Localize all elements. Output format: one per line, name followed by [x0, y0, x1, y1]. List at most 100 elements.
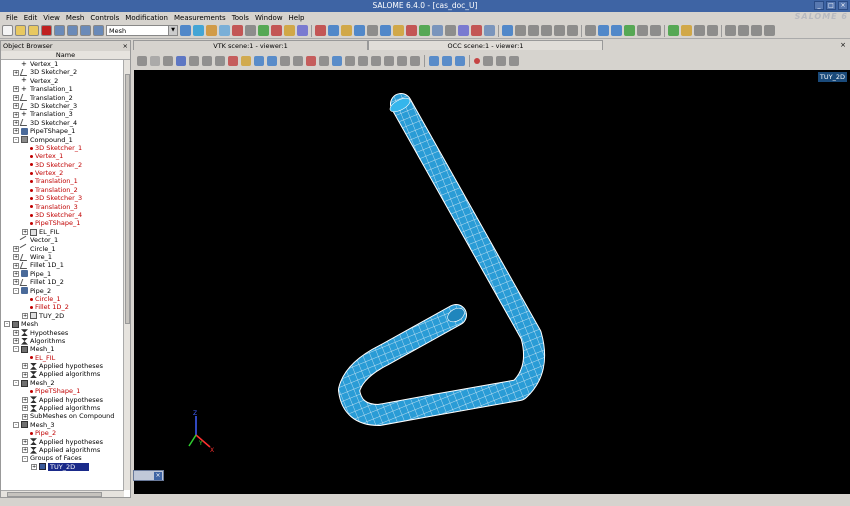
collapse-icon[interactable]: - — [13, 380, 19, 387]
tree-item[interactable]: - Mesh_3 — [1, 421, 130, 429]
expand-icon[interactable]: + — [13, 254, 19, 261]
viewer-tool-icon[interactable] — [384, 55, 394, 66]
tree-item[interactable]: + Fillet 1D_2 — [1, 278, 130, 286]
viewer-tool-icon[interactable] — [280, 55, 290, 66]
viewer-tool-icon[interactable] — [241, 55, 251, 66]
tree-item[interactable]: + SubMeshes on Compound — [1, 412, 130, 420]
expand-icon[interactable]: + — [22, 396, 28, 403]
toolbar-tool-icon[interactable] — [406, 25, 417, 36]
tree-item[interactable]: Pipe_2 — [1, 429, 130, 437]
expand-icon[interactable]: + — [22, 447, 28, 454]
expand-icon[interactable]: + — [13, 270, 19, 277]
toolbar-tool-icon[interactable] — [67, 25, 78, 36]
tree-item[interactable]: +3D Sketcher_4 — [1, 119, 130, 127]
toolbar-tool-icon[interactable] — [219, 25, 230, 36]
menu-view[interactable]: View — [40, 14, 63, 22]
toolbar-tool-icon[interactable] — [193, 25, 204, 36]
toolbar-tool-icon[interactable] — [328, 25, 339, 36]
toolbar-tool-icon[interactable] — [367, 25, 378, 36]
menu-measurements[interactable]: Measurements — [171, 14, 229, 22]
tree-item[interactable]: PipeTShape_1 — [1, 387, 130, 395]
expand-icon[interactable]: + — [22, 438, 28, 445]
tree-item[interactable]: + Wire_1 — [1, 253, 130, 261]
expand-icon[interactable]: + — [22, 413, 28, 420]
collapse-icon[interactable]: - — [22, 455, 28, 462]
expand-icon[interactable]: + — [13, 94, 19, 101]
vtk-viewport[interactable]: TUY_2D Z X Y — [134, 70, 850, 494]
viewer-tool-icon[interactable] — [345, 55, 355, 66]
expand-icon[interactable]: + — [13, 262, 19, 269]
toolbar-tool-icon[interactable] — [637, 25, 648, 36]
toolbar-tool-icon[interactable] — [93, 25, 104, 36]
toolbar-tool-icon[interactable] — [668, 25, 679, 36]
menu-tools[interactable]: Tools — [229, 14, 252, 22]
viewer-tool-icon[interactable] — [202, 55, 212, 66]
toolbar-tool-icon[interactable] — [80, 25, 91, 36]
tree-item[interactable]: - Pipe_2 — [1, 287, 130, 295]
maximize-button[interactable]: □ — [826, 1, 836, 10]
expand-icon[interactable]: + — [13, 245, 19, 252]
tree-item[interactable]: + Applied algorithms — [1, 370, 130, 378]
tree-item[interactable]: + Applied hypotheses — [1, 362, 130, 370]
minimized-window[interactable]: × — [133, 470, 164, 481]
tree-item[interactable]: + Applied hypotheses — [1, 396, 130, 404]
toolbar-tool-icon[interactable] — [707, 25, 718, 36]
toolbar-tool-icon[interactable] — [650, 25, 661, 36]
tree-item[interactable]: Translation_3 — [1, 203, 130, 211]
tree-item[interactable]: Vector_1 — [1, 235, 130, 246]
tree-item[interactable]: PipeTShape_1 — [1, 219, 130, 227]
collapse-icon[interactable]: - — [4, 321, 10, 328]
expand-icon[interactable]: + — [13, 103, 19, 110]
viewer-tool-icon[interactable] — [176, 55, 186, 66]
toolbar-tool-icon[interactable] — [624, 25, 635, 36]
scrollbar-thumb[interactable] — [7, 492, 102, 497]
toolbar-tool-icon[interactable] — [598, 25, 609, 36]
toolbar-tool-icon[interactable] — [28, 25, 39, 36]
close-button[interactable]: × — [838, 1, 848, 10]
minimize-button[interactable]: _ — [814, 1, 824, 10]
viewer-tool-icon[interactable] — [163, 55, 173, 66]
expand-icon[interactable]: + — [13, 128, 19, 135]
toolbar-tool-icon[interactable] — [258, 25, 269, 36]
tree-item[interactable]: + Vertex_1 — [1, 60, 130, 68]
viewer-tool-icon[interactable] — [267, 55, 277, 66]
tree-item[interactable]: - Groups of Faces — [1, 454, 130, 462]
tree-item[interactable]: + Fillet 1D_1 — [1, 261, 130, 269]
toolbar-tool-icon[interactable] — [54, 25, 65, 36]
tree-item[interactable]: + Applied algorithms — [1, 404, 130, 412]
expand-icon[interactable]: + — [22, 229, 28, 235]
tree-item[interactable]: + Translation_2 — [1, 94, 130, 102]
close-icon[interactable]: × — [154, 472, 162, 480]
tree-item[interactable]: Translation_2 — [1, 186, 130, 194]
tree-item[interactable]: + + Translation_1 — [1, 85, 130, 93]
toolbar-tool-icon[interactable] — [419, 25, 430, 36]
toolbar-tool-icon[interactable] — [554, 25, 565, 36]
tree-item[interactable]: - Mesh_1 — [1, 345, 130, 353]
viewer-tool-icon[interactable] — [150, 55, 160, 66]
toolbar-tool-icon[interactable] — [502, 25, 513, 36]
tree-item[interactable]: 3D Sketcher_1 — [1, 144, 130, 152]
toolbar-tool-icon[interactable] — [725, 25, 736, 36]
menu-window[interactable]: Window — [252, 14, 286, 22]
toolbar-tool-icon[interactable] — [515, 25, 526, 36]
toolbar-tool-icon[interactable] — [458, 25, 469, 36]
expand-icon[interactable]: + — [22, 405, 28, 412]
vertical-scrollbar[interactable] — [123, 60, 130, 490]
tree-item[interactable]: + Applied algorithms — [1, 446, 130, 454]
tree-item[interactable]: + + Translation_3 — [1, 110, 130, 118]
tree-item[interactable]: + EL_FIL — [1, 228, 130, 236]
expand-icon[interactable]: + — [22, 312, 28, 319]
menu-controls[interactable]: Controls — [87, 14, 122, 22]
close-icon[interactable]: × — [123, 42, 128, 50]
viewer-tool-icon[interactable] — [306, 55, 316, 66]
toolbar-tool-icon[interactable] — [284, 25, 295, 36]
toolbar-tool-icon[interactable] — [41, 25, 52, 36]
tree-item[interactable]: 3D Sketcher_3 — [1, 194, 130, 202]
toolbar-tool-icon[interactable] — [271, 25, 282, 36]
tab-vtk-scene[interactable]: VTK scene:1 - viewer:1 — [133, 40, 368, 50]
column-header-name[interactable]: Name — [1, 51, 130, 60]
viewer-tool-icon[interactable] — [442, 55, 452, 66]
toolbar-tool-icon[interactable] — [471, 25, 482, 36]
tree-item[interactable]: + Vertex_2 — [1, 77, 130, 85]
toolbar-tool-icon[interactable] — [528, 25, 539, 36]
